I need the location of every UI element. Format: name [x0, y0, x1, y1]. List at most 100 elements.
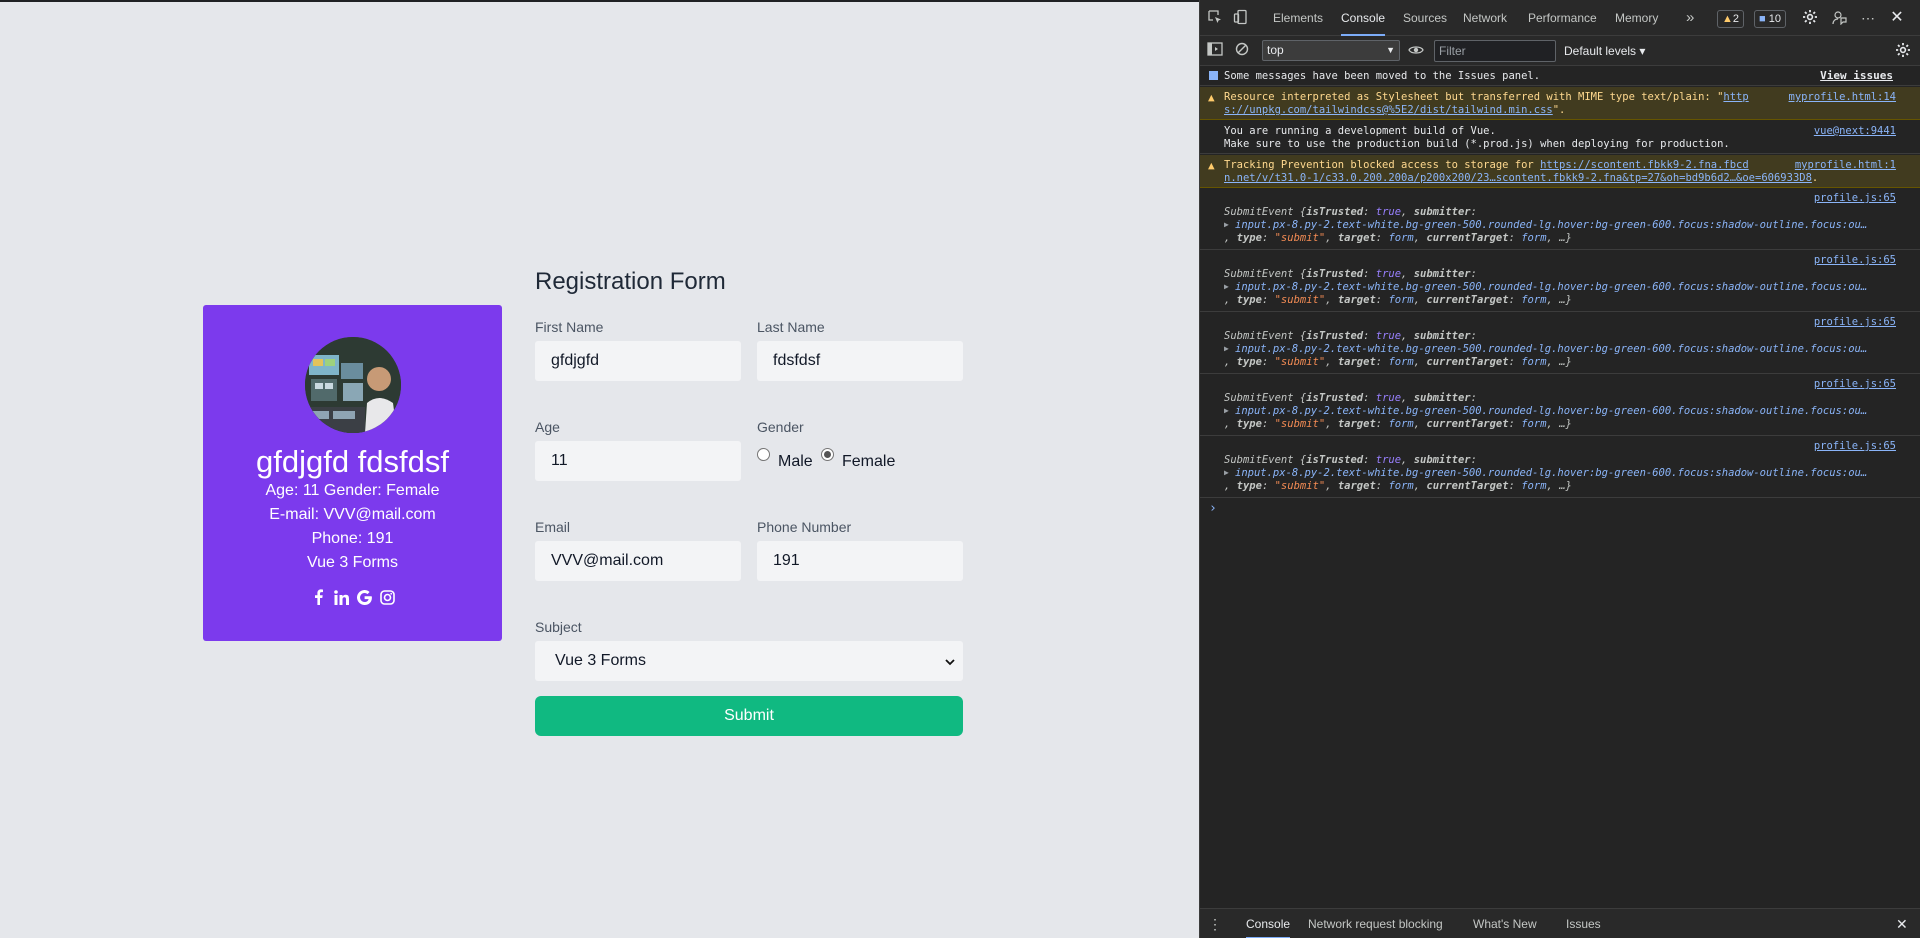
tab-memory[interactable]: Memory — [1615, 0, 1658, 36]
console-settings-gear-icon[interactable] — [1894, 42, 1912, 60]
property-value: form — [1521, 356, 1547, 368]
property-value: form — [1521, 232, 1547, 244]
console-prompt[interactable]: › — [1209, 501, 1217, 516]
first-name-input[interactable]: gfdjgfd — [535, 341, 741, 381]
source-link[interactable]: vue@next:9441 — [1814, 125, 1896, 137]
source-link[interactable]: profile.js:65 — [1814, 316, 1896, 328]
drawer-menu-icon[interactable]: ⋮ — [1208, 909, 1222, 938]
source-link[interactable]: myprofile.html:1 — [1795, 159, 1896, 171]
source-link[interactable]: profile.js:65 — [1814, 192, 1896, 204]
property-key: target — [1337, 480, 1376, 492]
profile-phone: Phone: 191 — [311, 530, 394, 547]
submit-button[interactable]: Submit — [535, 696, 963, 736]
tab-console[interactable]: Console — [1341, 0, 1386, 36]
submit-event-line-3: , type: "submit", target: form, currentT… — [1224, 480, 1572, 492]
tab-elements[interactable]: Elements — [1273, 0, 1323, 36]
settings-gear-icon[interactable] — [1801, 9, 1819, 27]
log-line: Make sure to use the production build (*… — [1224, 138, 1730, 150]
linkedin-icon[interactable] — [333, 588, 349, 606]
drawer-tab-issues[interactable]: Issues — [1566, 909, 1601, 938]
log-text: You are running a development build of V… — [1224, 125, 1730, 151]
tab-performance[interactable]: Performance — [1528, 0, 1597, 36]
submit-event-line-2[interactable]: input.px-8.py-2.text-white.bg-green-500.… — [1235, 405, 1867, 418]
expand-triangle-icon[interactable]: ▶ — [1224, 344, 1229, 353]
expand-triangle-icon[interactable]: ▶ — [1224, 282, 1229, 291]
more-options-icon[interactable]: ⋯ — [1859, 9, 1877, 27]
console-message-issues: Some messages have been moved to the Iss… — [1200, 66, 1920, 86]
warning-text: Resource interpreted as Stylesheet but t… — [1224, 91, 1749, 117]
warnings-badge[interactable]: ▲2 — [1717, 10, 1745, 28]
tab-sources[interactable]: Sources — [1403, 0, 1447, 36]
submit-event-line-2[interactable]: input.px-8.py-2.text-white.bg-green-500.… — [1235, 219, 1867, 232]
property-value: form — [1388, 480, 1414, 492]
profile-subject: Vue 3 Forms — [307, 554, 398, 571]
clear-console-icon[interactable] — [1233, 42, 1251, 60]
warnings-count: 2 — [1732, 13, 1740, 25]
drawer-tab-whats-new[interactable]: What's New — [1473, 909, 1537, 938]
google-icon[interactable] — [356, 588, 372, 606]
close-icon[interactable]: ✕ — [1888, 9, 1906, 27]
context-value: top — [1267, 43, 1284, 57]
email-input[interactable]: VVV@mail.com — [535, 541, 741, 581]
source-link[interactable]: profile.js:65 — [1814, 254, 1896, 266]
instagram-icon[interactable] — [379, 588, 395, 606]
warning-text-part: ". — [1552, 104, 1566, 116]
drawer-tabbar: ⋮ Console Network request blocking What'… — [1200, 908, 1920, 938]
inspect-element-icon[interactable] — [1206, 9, 1224, 27]
device-toolbar-icon[interactable] — [1232, 9, 1250, 27]
tab-network[interactable]: Network — [1463, 0, 1507, 36]
console-message-warning: ▲ Resource interpreted as Stylesheet but… — [1200, 87, 1920, 120]
gender-male-radio[interactable] — [757, 448, 770, 461]
property-value: "submit" — [1274, 294, 1326, 306]
phone-input[interactable]: 191 — [757, 541, 963, 581]
warning-text-part: . — [1811, 172, 1819, 184]
object-label: SubmitEvent { — [1224, 268, 1307, 280]
submit-event-line-3: , type: "submit", target: form, currentT… — [1224, 294, 1572, 306]
submit-event-line-2[interactable]: input.px-8.py-2.text-white.bg-green-500.… — [1235, 281, 1867, 294]
warning-link[interactable]: http — [1723, 91, 1748, 103]
sidebar-toggle-icon[interactable] — [1206, 42, 1224, 60]
last-name-input[interactable]: fdsfdsf — [757, 341, 963, 381]
submit-event-line-3: , type: "submit", target: form, currentT… — [1224, 232, 1572, 244]
filter-input[interactable]: Filter — [1434, 40, 1556, 62]
context-select[interactable]: top ▼ — [1262, 40, 1400, 61]
more-tabs-button[interactable]: » — [1686, 0, 1694, 36]
expand-triangle-icon[interactable]: ▶ — [1224, 468, 1229, 477]
warning-link[interactable]: n.net/v/t31.0-1/c33.0.200.200a/p200x200/… — [1224, 172, 1812, 184]
expand-triangle-icon[interactable]: ▶ — [1224, 220, 1229, 229]
profile-age-gender: Age: 11 Gender: Female — [265, 482, 440, 499]
log-line: You are running a development build of V… — [1224, 125, 1496, 137]
source-link[interactable]: myprofile.html:14 — [1789, 91, 1896, 103]
submit-event-line-2[interactable]: input.px-8.py-2.text-white.bg-green-500.… — [1235, 343, 1867, 356]
eye-icon[interactable] — [1407, 42, 1425, 60]
age-label: Age — [535, 419, 560, 435]
warning-link[interactable]: s://unpkg.com/tailwindcss@%5E2/dist/tail… — [1224, 104, 1553, 116]
facebook-icon[interactable] — [310, 588, 326, 606]
drawer-tab-network-request-blocking[interactable]: Network request blocking — [1308, 909, 1443, 938]
log-levels-dropdown[interactable]: Default levels ▾ — [1564, 36, 1645, 66]
close-drawer-icon[interactable]: ✕ — [1896, 909, 1908, 938]
object-label: SubmitEvent { — [1224, 206, 1307, 218]
property-key: type — [1236, 356, 1262, 368]
property-key: currentTarget — [1426, 356, 1509, 368]
chevron-down-icon — [945, 641, 955, 681]
view-issues-button[interactable]: View issues — [1820, 69, 1893, 82]
property-key: currentTarget — [1426, 480, 1509, 492]
object-label: SubmitEvent { — [1224, 392, 1307, 404]
source-link[interactable]: profile.js:65 — [1814, 378, 1896, 390]
first-name-label: First Name — [535, 319, 604, 335]
drawer-tab-console[interactable]: Console — [1246, 909, 1291, 938]
submit-event-line-2[interactable]: input.px-8.py-2.text-white.bg-green-500.… — [1235, 467, 1867, 480]
expand-triangle-icon[interactable]: ▶ — [1224, 406, 1229, 415]
subject-select[interactable]: Vue 3 Forms — [535, 641, 963, 681]
messages-badge[interactable]: ■ 10 — [1754, 10, 1786, 28]
warning-link[interactable]: https://scontent.fbkk9-2.fna.fbcd — [1540, 159, 1749, 171]
property-key: target — [1337, 232, 1376, 244]
feedback-icon[interactable] — [1830, 9, 1848, 27]
property-key: submitter — [1413, 392, 1471, 404]
gender-female-radio[interactable] — [821, 448, 834, 461]
phone-label: Phone Number — [757, 519, 852, 535]
source-link[interactable]: profile.js:65 — [1814, 440, 1896, 452]
property-key: type — [1236, 294, 1262, 306]
age-input[interactable]: 11 — [535, 441, 741, 481]
